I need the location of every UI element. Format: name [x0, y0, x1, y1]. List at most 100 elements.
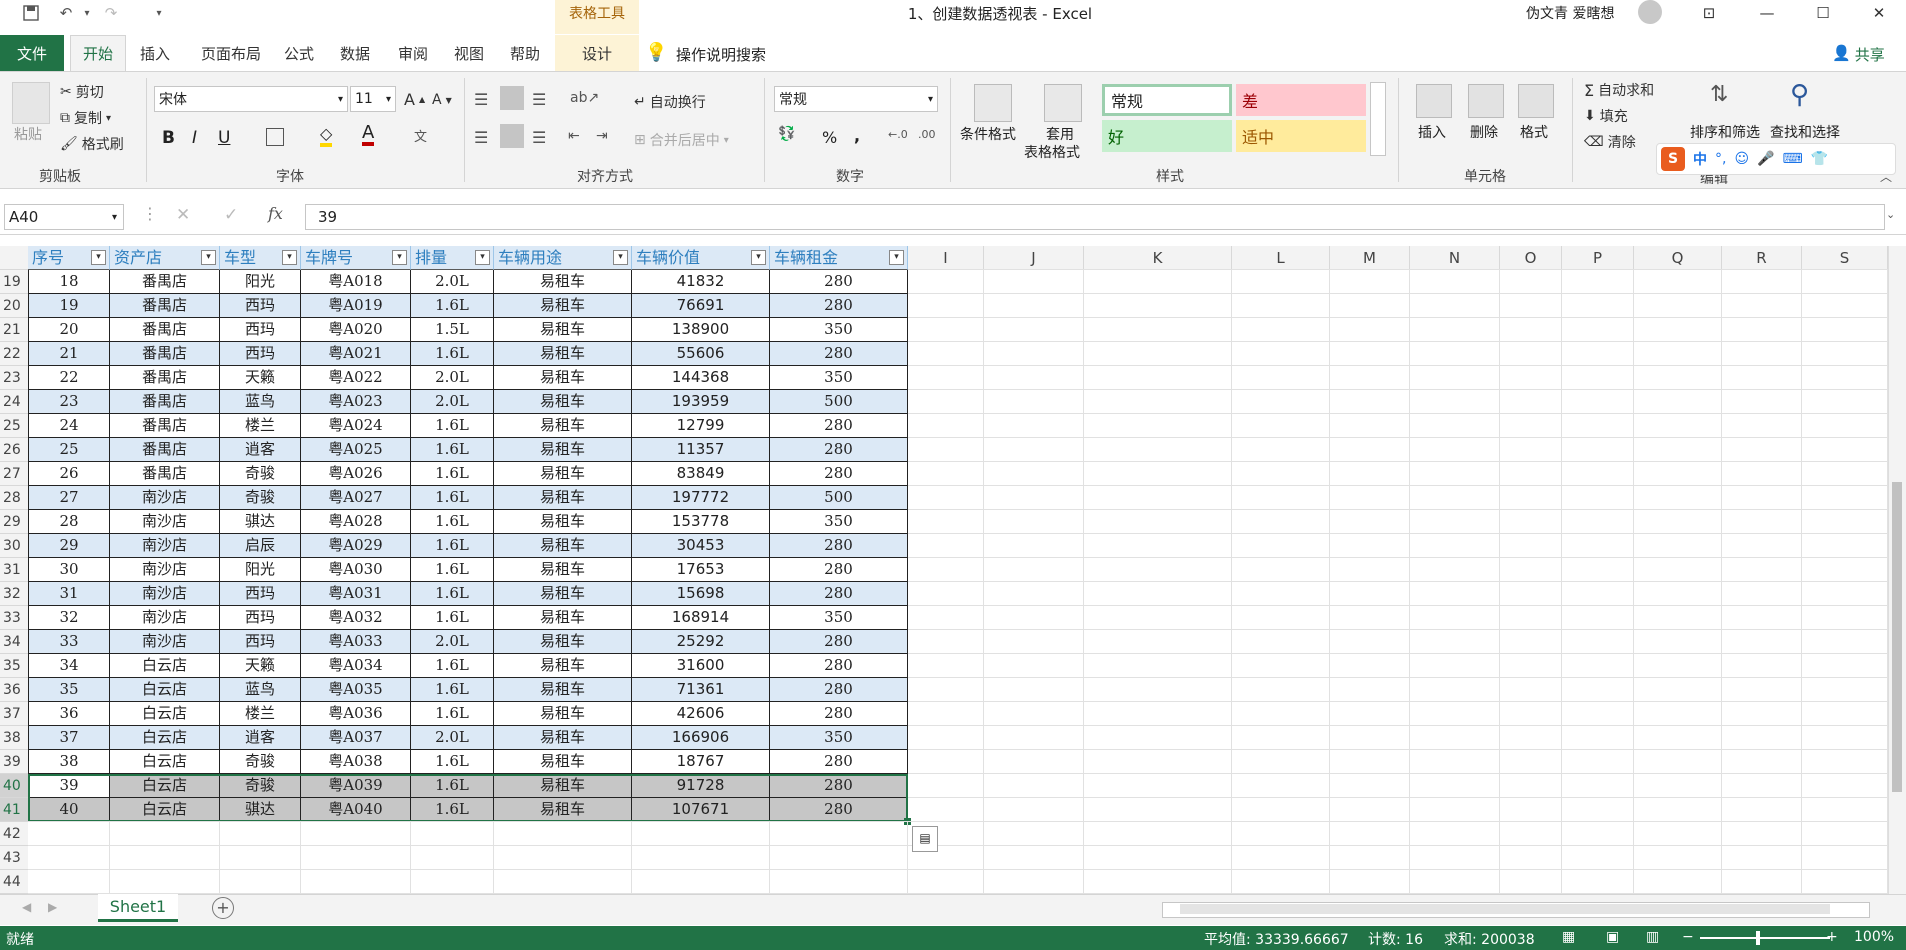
table-cell[interactable]: 粤A018	[301, 270, 411, 294]
table-cell[interactable]: 粤A040	[301, 798, 411, 822]
table-cell[interactable]: 粤A021	[301, 342, 411, 366]
ribbon-display-icon[interactable]: ⊡	[1682, 0, 1736, 26]
page-layout-view-icon[interactable]: ▣	[1606, 929, 1619, 945]
undo-dropdown-icon[interactable]: ▾	[76, 2, 98, 24]
expand-formula-icon[interactable]: ⌄	[1886, 208, 1895, 221]
table-cell[interactable]: 易租车	[494, 534, 632, 558]
delete-cells-icon[interactable]	[1468, 84, 1504, 118]
table-cell[interactable]: 1.6L	[411, 654, 494, 678]
table-cell[interactable]: 易租车	[494, 486, 632, 510]
table-cell[interactable]: 白云店	[110, 702, 220, 726]
row-header[interactable]: 21	[0, 318, 28, 342]
table-cell[interactable]: 易租车	[494, 270, 632, 294]
table-cell[interactable]: 17653	[632, 558, 770, 582]
table-cell[interactable]: 楼兰	[220, 702, 301, 726]
table-cell[interactable]: 1.6L	[411, 486, 494, 510]
table-cell[interactable]: 西玛	[220, 342, 301, 366]
row-header[interactable]: 34	[0, 630, 28, 654]
table-cell[interactable]: 易租车	[494, 318, 632, 342]
table-cell[interactable]: 易租车	[494, 630, 632, 654]
column-header-n[interactable]: N	[1410, 246, 1500, 270]
table-cell[interactable]: 280	[770, 774, 908, 798]
table-cell[interactable]: 38	[28, 750, 110, 774]
table-cell[interactable]: 粤A039	[301, 774, 411, 798]
increase-font-icon[interactable]: A ▲	[404, 90, 425, 109]
row-header[interactable]: 31	[0, 558, 28, 582]
table-cell[interactable]: 西玛	[220, 318, 301, 342]
close-icon[interactable]: ✕	[1852, 0, 1906, 26]
row-header[interactable]: 25	[0, 414, 28, 438]
percent-style-button[interactable]: %	[822, 128, 837, 147]
table-cell[interactable]: 西玛	[220, 606, 301, 630]
decrease-decimal-icon[interactable]: .00	[918, 128, 936, 141]
align-right-icon[interactable]: ☰	[532, 128, 546, 147]
tab-data[interactable]: 数据	[332, 35, 378, 71]
table-cell[interactable]: 18	[28, 270, 110, 294]
column-header-i[interactable]: I	[908, 246, 984, 270]
tab-view[interactable]: 视图	[446, 35, 492, 71]
insert-cells-icon[interactable]	[1416, 84, 1452, 118]
table-cell[interactable]: 粤A022	[301, 366, 411, 390]
table-cell[interactable]: 易租车	[494, 558, 632, 582]
table-cell[interactable]: 24	[28, 414, 110, 438]
tab-insert[interactable]: 插入	[132, 35, 178, 71]
table-cell[interactable]: 易租车	[494, 390, 632, 414]
ime-mode-icon[interactable]: 中	[1693, 149, 1707, 169]
sheet-next-icon[interactable]: ▶	[48, 900, 57, 914]
table-cell[interactable]: 1.6L	[411, 702, 494, 726]
table-cell[interactable]: 易租车	[494, 438, 632, 462]
number-format-dropdown[interactable]: 常规 ▾	[774, 86, 938, 112]
table-cell[interactable]: 280	[770, 558, 908, 582]
row-header[interactable]: 40	[0, 774, 28, 798]
table-cell[interactable]: 1.6L	[411, 558, 494, 582]
filter-dropdown-icon[interactable]: ▾	[91, 250, 106, 265]
insert-cells-button[interactable]: 插入	[1418, 122, 1446, 142]
name-box[interactable]: A40 ▾	[4, 204, 124, 230]
table-cell[interactable]: 白云店	[110, 654, 220, 678]
table-format-label-2[interactable]: 表格格式	[1024, 142, 1080, 162]
avatar[interactable]	[1638, 0, 1662, 24]
table-cell[interactable]: 153778	[632, 510, 770, 534]
formula-input[interactable]: 39	[305, 204, 1885, 230]
table-cell[interactable]: 番禺店	[110, 438, 220, 462]
table-header-cell[interactable]: 序号 ▾	[28, 246, 110, 270]
save-icon[interactable]	[20, 2, 42, 24]
row-header[interactable]: 20	[0, 294, 28, 318]
table-cell[interactable]: 350	[770, 366, 908, 390]
table-cell[interactable]: 西玛	[220, 294, 301, 318]
table-header-cell[interactable]: 车牌号 ▾	[301, 246, 411, 270]
table-cell[interactable]: 番禺店	[110, 342, 220, 366]
row-header[interactable]: 35	[0, 654, 28, 678]
table-cell[interactable]: 粤A032	[301, 606, 411, 630]
table-cell[interactable]: 启辰	[220, 534, 301, 558]
horizontal-scroll-thumb[interactable]	[1180, 904, 1830, 914]
table-cell[interactable]: 19	[28, 294, 110, 318]
table-cell[interactable]: 白云店	[110, 774, 220, 798]
table-cell[interactable]: 粤A030	[301, 558, 411, 582]
table-cell[interactable]: 107671	[632, 798, 770, 822]
style-neutral[interactable]: 适中	[1236, 120, 1366, 152]
table-cell[interactable]: 南沙店	[110, 582, 220, 606]
column-header-r[interactable]: R	[1722, 246, 1802, 270]
style-normal[interactable]: 常规	[1102, 84, 1232, 116]
table-cell[interactable]: 31600	[632, 654, 770, 678]
table-cell[interactable]: 骐达	[220, 510, 301, 534]
tab-design[interactable]: 设计	[555, 35, 639, 71]
table-cell[interactable]: 易租车	[494, 798, 632, 822]
tab-home[interactable]: 开始	[70, 35, 126, 71]
table-cell[interactable]: 奇骏	[220, 462, 301, 486]
table-cell[interactable]: 1.6L	[411, 798, 494, 822]
table-cell[interactable]: 91728	[632, 774, 770, 798]
table-header-cell[interactable]: 车型 ▾	[220, 246, 301, 270]
font-color-icon[interactable]: A	[362, 124, 375, 146]
page-break-view-icon[interactable]: ▥	[1646, 929, 1659, 945]
column-header-p[interactable]: P	[1562, 246, 1634, 270]
table-cell[interactable]: 138900	[632, 318, 770, 342]
row-header[interactable]: 33	[0, 606, 28, 630]
align-left-icon[interactable]: ☰	[474, 128, 488, 147]
table-cell[interactable]: 280	[770, 270, 908, 294]
table-cell[interactable]: 1.6L	[411, 510, 494, 534]
table-cell[interactable]: 280	[770, 654, 908, 678]
style-bad[interactable]: 差	[1236, 84, 1366, 116]
filter-dropdown-icon[interactable]: ▾	[613, 250, 628, 265]
